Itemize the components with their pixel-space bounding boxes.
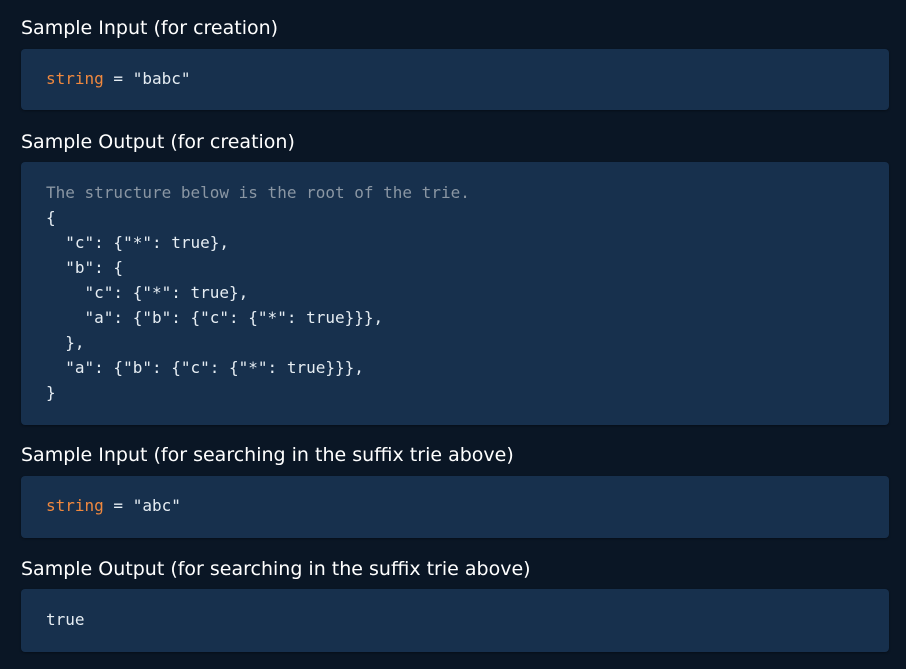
code-line: string = "babc" bbox=[46, 66, 864, 91]
sample-output-search-code-block: true bbox=[21, 589, 889, 652]
sample-output-creation-code-block: The structure below is the root of the t… bbox=[21, 162, 889, 425]
code-value: true bbox=[46, 610, 85, 629]
code-comment: The structure below is the root of the t… bbox=[46, 183, 470, 202]
sample-input-search-heading: Sample Input (for searching in the suffi… bbox=[21, 444, 514, 466]
code-line: "c": {"*": true}, bbox=[46, 233, 230, 252]
sample-output-search-heading: Sample Output (for searching in the suff… bbox=[21, 558, 531, 580]
sample-input-search-code-block: string = "abc" bbox=[21, 476, 889, 538]
code-value: = "babc" bbox=[103, 69, 191, 88]
code-line: }, bbox=[46, 333, 85, 352]
sample-input-creation-heading: Sample Input (for creation) bbox=[21, 17, 279, 39]
code-value: = "abc" bbox=[103, 496, 181, 515]
code-line: "a": {"b": {"c": {"*": true}}}, bbox=[46, 308, 384, 327]
code-line: { bbox=[46, 208, 56, 227]
code-keyword: string bbox=[46, 496, 104, 515]
code-line: "a": {"b": {"c": {"*": true}}}, bbox=[46, 358, 364, 377]
code-line: "b": { bbox=[46, 258, 124, 277]
sample-input-creation-code-block: string = "babc" bbox=[21, 49, 889, 110]
code-keyword: string bbox=[46, 69, 104, 88]
sample-output-creation-heading: Sample Output (for creation) bbox=[21, 131, 295, 153]
code-line: "c": {"*": true}, bbox=[46, 283, 249, 302]
code-line: } bbox=[46, 383, 56, 402]
code-line: string = "abc" bbox=[46, 493, 864, 518]
